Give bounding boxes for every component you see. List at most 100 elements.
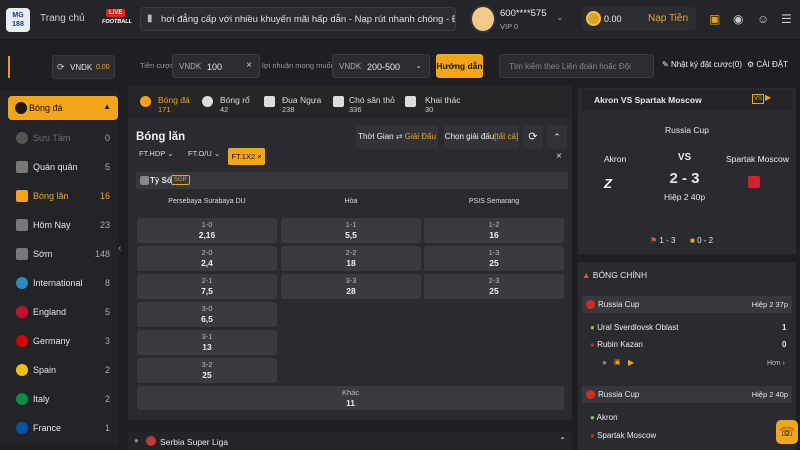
corner-flag-icon: ⚑ <box>650 236 660 245</box>
match-period: Hiệp 2 40p <box>663 192 706 202</box>
sidebar-item-france[interactable]: France 1 <box>8 414 118 442</box>
odds-cell[interactable]: 2-3 25 <box>424 274 564 299</box>
fire-icon: ▲ <box>582 270 593 280</box>
wallet-icon[interactable]: ▣ <box>709 12 720 26</box>
globe-icon <box>16 277 28 289</box>
bell-icon[interactable]: ● <box>602 358 607 367</box>
live-football-badge[interactable]: LIVE FOOTBALL <box>102 9 132 29</box>
league-row[interactable]: Russia Cup Hiệp 2 40p <box>582 386 792 403</box>
menu-icon[interactable]: ☰ <box>781 12 792 26</box>
choose-league-button[interactable]: Chọn giải đấu[tất cả] <box>444 125 519 149</box>
refresh-icon[interactable]: ⟳ <box>57 62 65 73</box>
odds-cell[interactable]: 3-3 28 <box>281 274 421 299</box>
odds-cell[interactable]: 3-0 6,5 <box>137 302 277 327</box>
sidebar-item-favorites[interactable]: Sưu Tầm 0 <box>8 124 118 152</box>
chevron-down-icon: ⌄ <box>415 61 422 70</box>
calendar-icon <box>16 219 28 231</box>
odds-cell[interactable]: 3-1 13 <box>137 330 277 355</box>
sidebar-item-spain[interactable]: Spain 2 <box>8 356 118 384</box>
live-tag: LIVE <box>106 9 126 17</box>
bet-amount-field[interactable]: VNDK 100 × <box>172 54 260 78</box>
sidebar-item-international[interactable]: International 8 <box>8 269 118 297</box>
horse-icon <box>264 96 275 107</box>
coin-icon <box>586 11 601 26</box>
team-crest-icon: ● <box>590 323 598 332</box>
odds-cell[interactable]: 1-2 16 <box>424 218 564 243</box>
guide-button[interactable]: Hướng dẫn <box>436 54 483 78</box>
more-link[interactable]: Hơn › <box>767 360 785 367</box>
refresh-button[interactable]: ⟳ <box>523 125 543 149</box>
league-row-serbia[interactable]: ● Serbia Super Liga ⌃ <box>128 432 572 450</box>
match-league: Russia Cup <box>665 125 709 135</box>
team-crest-icon: ● <box>590 340 598 349</box>
profile-icon[interactable]: ☺ <box>757 12 769 26</box>
col-home: Persebaya Surabaya DU <box>168 198 246 205</box>
search-input[interactable]: Tìm kiếm theo Liên đoàn hoặc Đội <box>499 54 654 78</box>
deposit-button[interactable]: Nạp Tiền <box>648 13 688 24</box>
russia-flag-icon <box>586 300 595 309</box>
bell-icon[interactable]: ● <box>134 436 139 445</box>
corners-stat: ⚑ 1 - 3 <box>650 236 676 245</box>
sidebar-item-football[interactable]: Bóng đá ▲ <box>8 96 118 120</box>
odds-cell[interactable]: 2-1 7,5 <box>137 274 277 299</box>
vs-badge[interactable]: VS <box>752 94 765 104</box>
market-title: Tỷ Số <box>150 176 172 185</box>
sidebar-item-early[interactable]: Sớm 148 <box>8 240 118 268</box>
tab-greyhound[interactable]: Chó săn thỏ 336 <box>333 86 399 118</box>
team-row[interactable]: ● Spartak Moscow <box>590 431 656 440</box>
sidebar-item-champion[interactable]: Quán quân 5 <box>8 153 118 181</box>
help-chat-button[interactable]: ☏ <box>776 420 798 444</box>
odds-cell[interactable]: 3-2 25 <box>137 358 277 383</box>
team-row[interactable]: ● Ural Sverdlovsk Oblast <box>590 323 678 332</box>
collapse-sidebar-icon[interactable]: ‹ <box>118 243 126 259</box>
currency-box[interactable]: ⟳ VNDK 0.00 <box>52 55 115 79</box>
chip-ft-hdp[interactable]: FT.HDP ⌄ <box>139 149 174 158</box>
tab-harness[interactable]: Khai thác 30 <box>405 86 465 118</box>
tab-basketball[interactable]: Bóng rổ 42 <box>202 86 252 118</box>
home-link[interactable]: Trang chủ <box>40 13 85 24</box>
sidebar-item-italy[interactable]: Italy 2 <box>8 385 118 413</box>
play-icon[interactable]: ▶ <box>628 358 634 367</box>
other-label: Khác <box>341 388 360 397</box>
odds-cell[interactable]: 1-3 25 <box>424 246 564 271</box>
sidebar-item-live[interactable]: Bóng lăn 16 <box>8 182 118 210</box>
settings-label: CÀI ĐẶT <box>756 60 788 69</box>
bet-log-link[interactable]: ✎ Nhật ký đặt cược(0) <box>662 60 742 69</box>
profit-select[interactable]: VNDK 200-500 ⌄ <box>332 54 430 78</box>
odds-cell[interactable]: 1-0 2,16 <box>137 218 277 243</box>
settings-link[interactable]: ⚙ CÀI ĐẶT <box>747 60 788 69</box>
stats-icon[interactable]: ▣ <box>614 358 621 366</box>
avatar[interactable] <box>470 5 496 33</box>
other-score-cell[interactable]: Khác 11 <box>137 386 564 410</box>
sidebar-item-england[interactable]: England 5 <box>8 298 118 326</box>
tab-horse-racing[interactable]: Đua Ngựa 238 <box>264 86 324 118</box>
team-row[interactable]: ● Akron <box>590 413 618 422</box>
league-name: Russia Cup <box>598 390 640 399</box>
away-team: Spartak Moscow <box>726 154 789 164</box>
site-logo[interactable]: MG 188 <box>6 8 30 32</box>
close-icon[interactable]: × <box>556 151 562 162</box>
odds-cell[interactable]: 2-0 2,4 <box>137 246 277 271</box>
bet-log-label: Nhật ký đặt cược(0) <box>670 60 743 69</box>
clear-icon[interactable]: × <box>246 60 252 71</box>
football-icon <box>140 96 151 107</box>
odds-cell[interactable]: 1-1 5,5 <box>281 218 421 243</box>
chevron-down-icon[interactable]: ⌄ <box>556 12 564 23</box>
odds-cell[interactable]: 2-2 18 <box>281 246 421 271</box>
collapse-all-button[interactable]: ⌃ <box>547 125 567 149</box>
chip-ft-1x2[interactable]: FT.1X2 × <box>228 148 265 165</box>
sidebar-item-germany[interactable]: Germany 3 <box>8 327 118 355</box>
sidebar-item-today[interactable]: Hôm Nay 23 <box>8 211 118 239</box>
basketball-icon <box>202 96 213 107</box>
tab-football[interactable]: Bóng đá 171 <box>136 86 192 118</box>
logo-text: MG 188 <box>12 12 24 28</box>
chip-ft-ou[interactable]: FT.O/U ⌄ <box>188 149 220 158</box>
league-row[interactable]: Russia Cup Hiệp 2 37p <box>582 296 792 313</box>
sort-toggle[interactable]: Thời Gian ⇄ Giải Đấu <box>356 125 438 149</box>
england-flag-icon <box>16 306 28 318</box>
support-icon[interactable]: ◉ <box>733 12 743 26</box>
play-icon[interactable]: ▶ <box>765 93 771 102</box>
chevron-up-icon[interactable]: ⌃ <box>559 436 566 445</box>
col-away: PSIS Semarang <box>468 198 520 205</box>
team-row[interactable]: ● Rubin Kazan <box>590 340 643 349</box>
